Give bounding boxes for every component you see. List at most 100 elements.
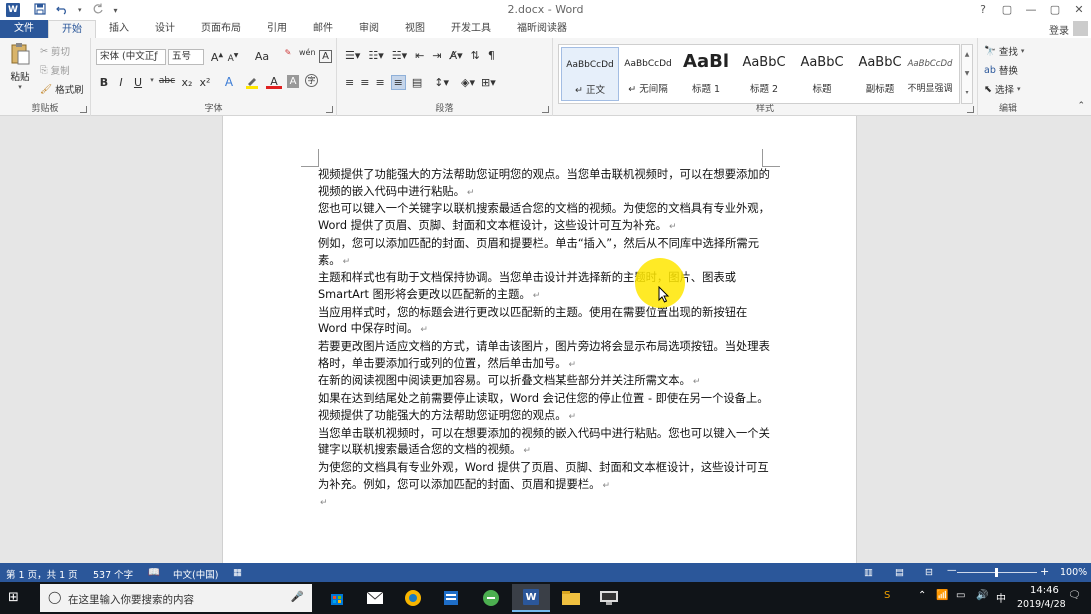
line-spacing-icon[interactable]: ↕▾: [434, 76, 449, 89]
styles-gallery-scroll[interactable]: ▲ ▼ ▾: [961, 44, 973, 104]
tab-view[interactable]: 视图: [392, 20, 438, 38]
zoom-in-button[interactable]: +: [1040, 565, 1049, 578]
superscript-button[interactable]: x²: [197, 76, 213, 89]
start-button[interactable]: ⊞: [8, 590, 19, 605]
clock-time[interactable]: 14:46: [1030, 585, 1059, 596]
zoom-level[interactable]: 100%: [1060, 567, 1087, 578]
tab-references[interactable]: 引用: [254, 20, 300, 38]
text-effects-icon[interactable]: A: [221, 75, 237, 89]
style-subtle-emphasis[interactable]: AaBbCcDd 不明显强调: [901, 47, 959, 101]
clipboard-launcher-icon[interactable]: [80, 106, 87, 113]
battery-icon[interactable]: ▭: [956, 590, 965, 601]
increase-indent-icon[interactable]: ⇥: [432, 49, 441, 62]
tab-review[interactable]: 审阅: [346, 20, 392, 38]
undo-icon[interactable]: [56, 3, 68, 18]
word-count[interactable]: 537 个字: [93, 567, 133, 581]
font-size-value[interactable]: 五号: [168, 49, 204, 65]
tab-layout[interactable]: 页面布局: [188, 20, 254, 38]
distributed-icon[interactable]: ▤: [412, 76, 422, 89]
account-avatar[interactable]: [1073, 21, 1088, 36]
styles-launcher-icon[interactable]: [967, 106, 974, 113]
sort-icon[interactable]: ⇅: [471, 49, 480, 62]
undo-dropdown-icon[interactable]: ▾: [78, 6, 82, 14]
volume-icon[interactable]: 🔊: [976, 590, 988, 601]
close-button[interactable]: ✕: [1067, 0, 1091, 20]
customize-qat-icon[interactable]: ▾: [114, 6, 118, 15]
align-center-icon[interactable]: ≡: [360, 76, 369, 89]
align-left-icon[interactable]: ≡: [345, 76, 354, 89]
paragraph[interactable]: 您也可以键入一个关键字以联机搜索最适合您的文档的视频。为使您的文档具有专业外观，…: [318, 201, 770, 235]
document-body[interactable]: 视频提供了功能强大的方法帮助您证明您的观点。当您单击联机视频时，可以在想要添加的…: [318, 167, 770, 512]
document-page[interactable]: 视频提供了功能强大的方法帮助您证明您的观点。当您单击联机视频时，可以在想要添加的…: [222, 116, 857, 563]
tab-home[interactable]: 开始: [48, 20, 96, 38]
tab-design[interactable]: 设计: [142, 20, 188, 38]
read-mode-icon[interactable]: ▥: [864, 567, 873, 578]
tab-developer[interactable]: 开发工具: [438, 20, 504, 38]
styles-up-icon[interactable]: ▲: [962, 45, 972, 64]
replace-button[interactable]: ab 替换: [984, 63, 1018, 78]
show-hidden-icons[interactable]: ⌃: [918, 590, 926, 601]
numbering-icon[interactable]: ☷▾: [368, 49, 383, 62]
empty-paragraph[interactable]: ↵: [318, 494, 770, 512]
paragraph[interactable]: 为使您的文档具有专业外观，Word 提供了页眉、页脚、封面和文本框设计，这些设计…: [318, 460, 770, 494]
grow-font-button[interactable]: A▲: [209, 51, 225, 64]
find-button[interactable]: 🔭 查找 ▾: [984, 44, 1024, 59]
mail-app-icon[interactable]: [356, 584, 394, 612]
show-hide-marks-icon[interactable]: ¶: [488, 49, 495, 62]
multilevel-list-icon[interactable]: ☵▾: [392, 49, 407, 62]
italic-button[interactable]: I: [113, 76, 129, 89]
subscript-button[interactable]: x₂: [179, 76, 195, 89]
styles-down-icon[interactable]: ▼: [962, 64, 972, 83]
zoom-slider-thumb[interactable]: [995, 568, 998, 577]
copy-button[interactable]: ⎘ 复制: [40, 63, 70, 78]
proofing-icon[interactable]: 📖: [148, 567, 160, 578]
paragraph[interactable]: 当应用样式时，您的标题会进行更改以匹配新的主题。使用在需要位置出现的新按钮在 W…: [318, 305, 770, 339]
shading-icon[interactable]: ◈▾: [461, 76, 475, 89]
collapse-ribbon-icon[interactable]: ⌃: [1077, 101, 1085, 111]
word-app-icon[interactable]: W: [6, 3, 20, 17]
borders-icon[interactable]: ⊞▾: [481, 76, 496, 89]
highlight-color-icon[interactable]: [244, 75, 260, 92]
align-right-icon[interactable]: ≡: [375, 76, 384, 89]
minimize-button[interactable]: —: [1019, 0, 1043, 20]
paragraph-launcher-icon[interactable]: [542, 106, 549, 113]
zoom-out-button[interactable]: —: [947, 565, 957, 576]
task-manager-app-icon[interactable]: [432, 584, 470, 612]
clear-formatting-button[interactable]: ✎: [279, 48, 297, 57]
style-no-spacing[interactable]: AaBbCcDd ↵ 无间隔: [619, 47, 677, 101]
style-normal[interactable]: AaBbCcDd ↵ 正文: [561, 47, 619, 101]
paragraph[interactable]: 主题和样式也有助于文档保持协调。当您单击设计并选择新的主题时，图片、图表或 Sm…: [318, 270, 770, 304]
font-launcher-icon[interactable]: [326, 106, 333, 113]
ime-icon[interactable]: 中: [996, 590, 1006, 605]
format-painter-button[interactable]: 🖌 格式刷: [40, 82, 84, 97]
ribbon-display-options-button[interactable]: ▢: [995, 0, 1019, 20]
macro-record-icon[interactable]: ▦: [233, 567, 242, 578]
paragraph[interactable]: 如果在达到结尾处之前需要停止读取，Word 会记住您的停止位置 - 即使在另一个…: [318, 391, 770, 425]
style-title[interactable]: AaBbC 标题: [793, 47, 851, 101]
screen-recorder-icon[interactable]: [590, 584, 628, 612]
select-button[interactable]: ⬉ 选择 ▾: [984, 82, 1021, 97]
tab-mailings[interactable]: 邮件: [300, 20, 346, 38]
style-heading-1[interactable]: AaBl 标题 1: [677, 47, 735, 101]
bullets-icon[interactable]: ☰▾: [345, 49, 360, 62]
paragraph[interactable]: 视频提供了功能强大的方法帮助您证明您的观点。当您单击联机视频时，可以在想要添加的…: [318, 167, 770, 201]
paragraph[interactable]: 例如，您可以添加匹配的封面、页眉和提要栏。单击“插入”，然后从不同库中选择所需元…: [318, 236, 770, 270]
font-color-icon[interactable]: A: [266, 75, 282, 89]
repeat-icon[interactable]: [92, 3, 104, 18]
chinese-layout-icon[interactable]: A̸▾: [450, 49, 463, 62]
enclose-characters-icon[interactable]: 字: [305, 74, 318, 87]
cut-button[interactable]: ✂ 剪切: [40, 44, 70, 59]
green-app-icon[interactable]: [472, 584, 510, 612]
store-app-icon[interactable]: [318, 584, 356, 612]
decrease-indent-icon[interactable]: ⇤: [415, 49, 424, 62]
browser-app-icon[interactable]: [394, 584, 432, 612]
tab-file[interactable]: 文件: [0, 20, 48, 38]
microphone-icon[interactable]: 🎤: [291, 590, 304, 603]
tray-app-icon[interactable]: S: [884, 590, 890, 601]
paste-button[interactable]: 粘贴 ▾: [6, 42, 34, 92]
restore-button[interactable]: ▢: [1043, 0, 1067, 20]
strikethrough-button[interactable]: abc: [157, 76, 177, 86]
justify-icon[interactable]: ≡: [390, 75, 406, 90]
language[interactable]: 中文(中国): [173, 567, 218, 581]
bold-button[interactable]: B: [96, 76, 112, 89]
